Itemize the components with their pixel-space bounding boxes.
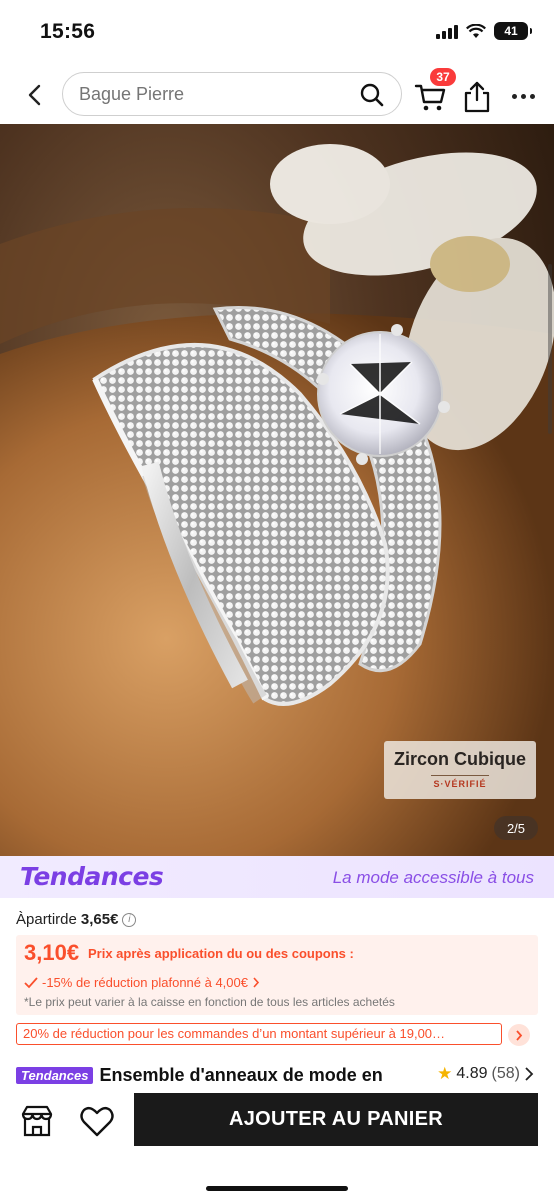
chevron-right-icon (516, 1029, 523, 1041)
brand-tagline: La mode accessible à tous (332, 868, 534, 887)
battery-icon: 41 (494, 22, 532, 40)
search-icon[interactable] (359, 82, 385, 108)
dot (511, 93, 517, 99)
search-bar[interactable] (62, 72, 402, 116)
search-input[interactable] (79, 83, 339, 105)
zircon-badge-title: Zircon Cubique (394, 749, 526, 769)
product-title: Ensemble d'anneaux de mode en (99, 1064, 383, 1085)
chevron-right-icon (253, 977, 260, 988)
from-price-label: Àpartirde (16, 911, 77, 928)
rating-value: 4.89 (456, 1065, 488, 1082)
star-icon: ★ (437, 1064, 453, 1083)
tendances-logo: Tendances (20, 862, 164, 891)
more-options-button[interactable] (506, 84, 540, 108)
cellular-signal-icon (436, 23, 458, 39)
heart-icon[interactable] (78, 1102, 116, 1140)
from-price-value: 3,65€ (80, 911, 119, 928)
zircon-badge: Zircon Cubique S·VÉRIFIÉ (384, 741, 536, 799)
title-brand-tag: Tendances (16, 1066, 94, 1084)
dot (520, 93, 526, 99)
bottom-action-bar: AJOUTER AU PANIER (0, 1088, 554, 1200)
info-icon[interactable]: i (122, 912, 137, 927)
coupon-price-label: Prix après application du ou des coupons… (88, 946, 354, 961)
promo-arrow-button[interactable] (508, 1024, 530, 1046)
home-indicator[interactable] (206, 1186, 348, 1191)
product-image-gallery[interactable]: Zircon Cubique S·VÉRIFIÉ 2/5 (0, 124, 554, 856)
coupon-discount-text: -15% de réduction plafonné à 4,00€ (42, 975, 248, 990)
status-bar: 15:56 41 (0, 0, 554, 66)
chevron-left-icon (28, 84, 41, 106)
share-icon[interactable] (462, 80, 492, 114)
wifi-icon (466, 23, 486, 38)
store-icon[interactable] (18, 1102, 56, 1140)
status-time: 15:56 (40, 20, 96, 43)
back-button[interactable] (18, 78, 52, 112)
battery-level: 41 (504, 24, 518, 38)
coupon-discount-link[interactable]: -15% de réduction plafonné à 4,00€ (24, 975, 260, 990)
cart-count-badge: 37 (430, 68, 456, 86)
checkmark-icon (24, 976, 38, 988)
from-price: Àpartirde 3,65€ i (16, 911, 137, 928)
chevron-right-icon (525, 1067, 534, 1081)
review-count: (58) (491, 1065, 520, 1082)
zircon-badge-subtitle: S·VÉRIFIÉ (433, 779, 487, 789)
promo-banner[interactable]: 20% de réduction pour les commandes d’un… (16, 1023, 502, 1045)
add-to-cart-button[interactable]: AJOUTER AU PANIER (134, 1093, 538, 1146)
brand-banner[interactable]: Tendances La mode accessible à tous (0, 856, 554, 898)
image-counter: 2/5 (494, 816, 538, 840)
product-title-row: Tendances Ensemble d'anneaux de mode en … (16, 1062, 538, 1088)
coupon-note: *Le prix peut varier à la caisse en fonc… (24, 995, 395, 1009)
dot (529, 93, 535, 99)
top-nav: 37 (0, 66, 554, 124)
status-icons: 41 (436, 22, 532, 40)
gallery-scrollbar[interactable] (548, 264, 552, 434)
badge-divider (431, 775, 489, 776)
coupon-price-box: 3,10€ Prix après application du ou des c… (16, 935, 538, 1015)
rating-summary[interactable]: ★ 4.89 (58) (437, 1064, 534, 1084)
coupon-price: 3,10€ (24, 940, 80, 965)
